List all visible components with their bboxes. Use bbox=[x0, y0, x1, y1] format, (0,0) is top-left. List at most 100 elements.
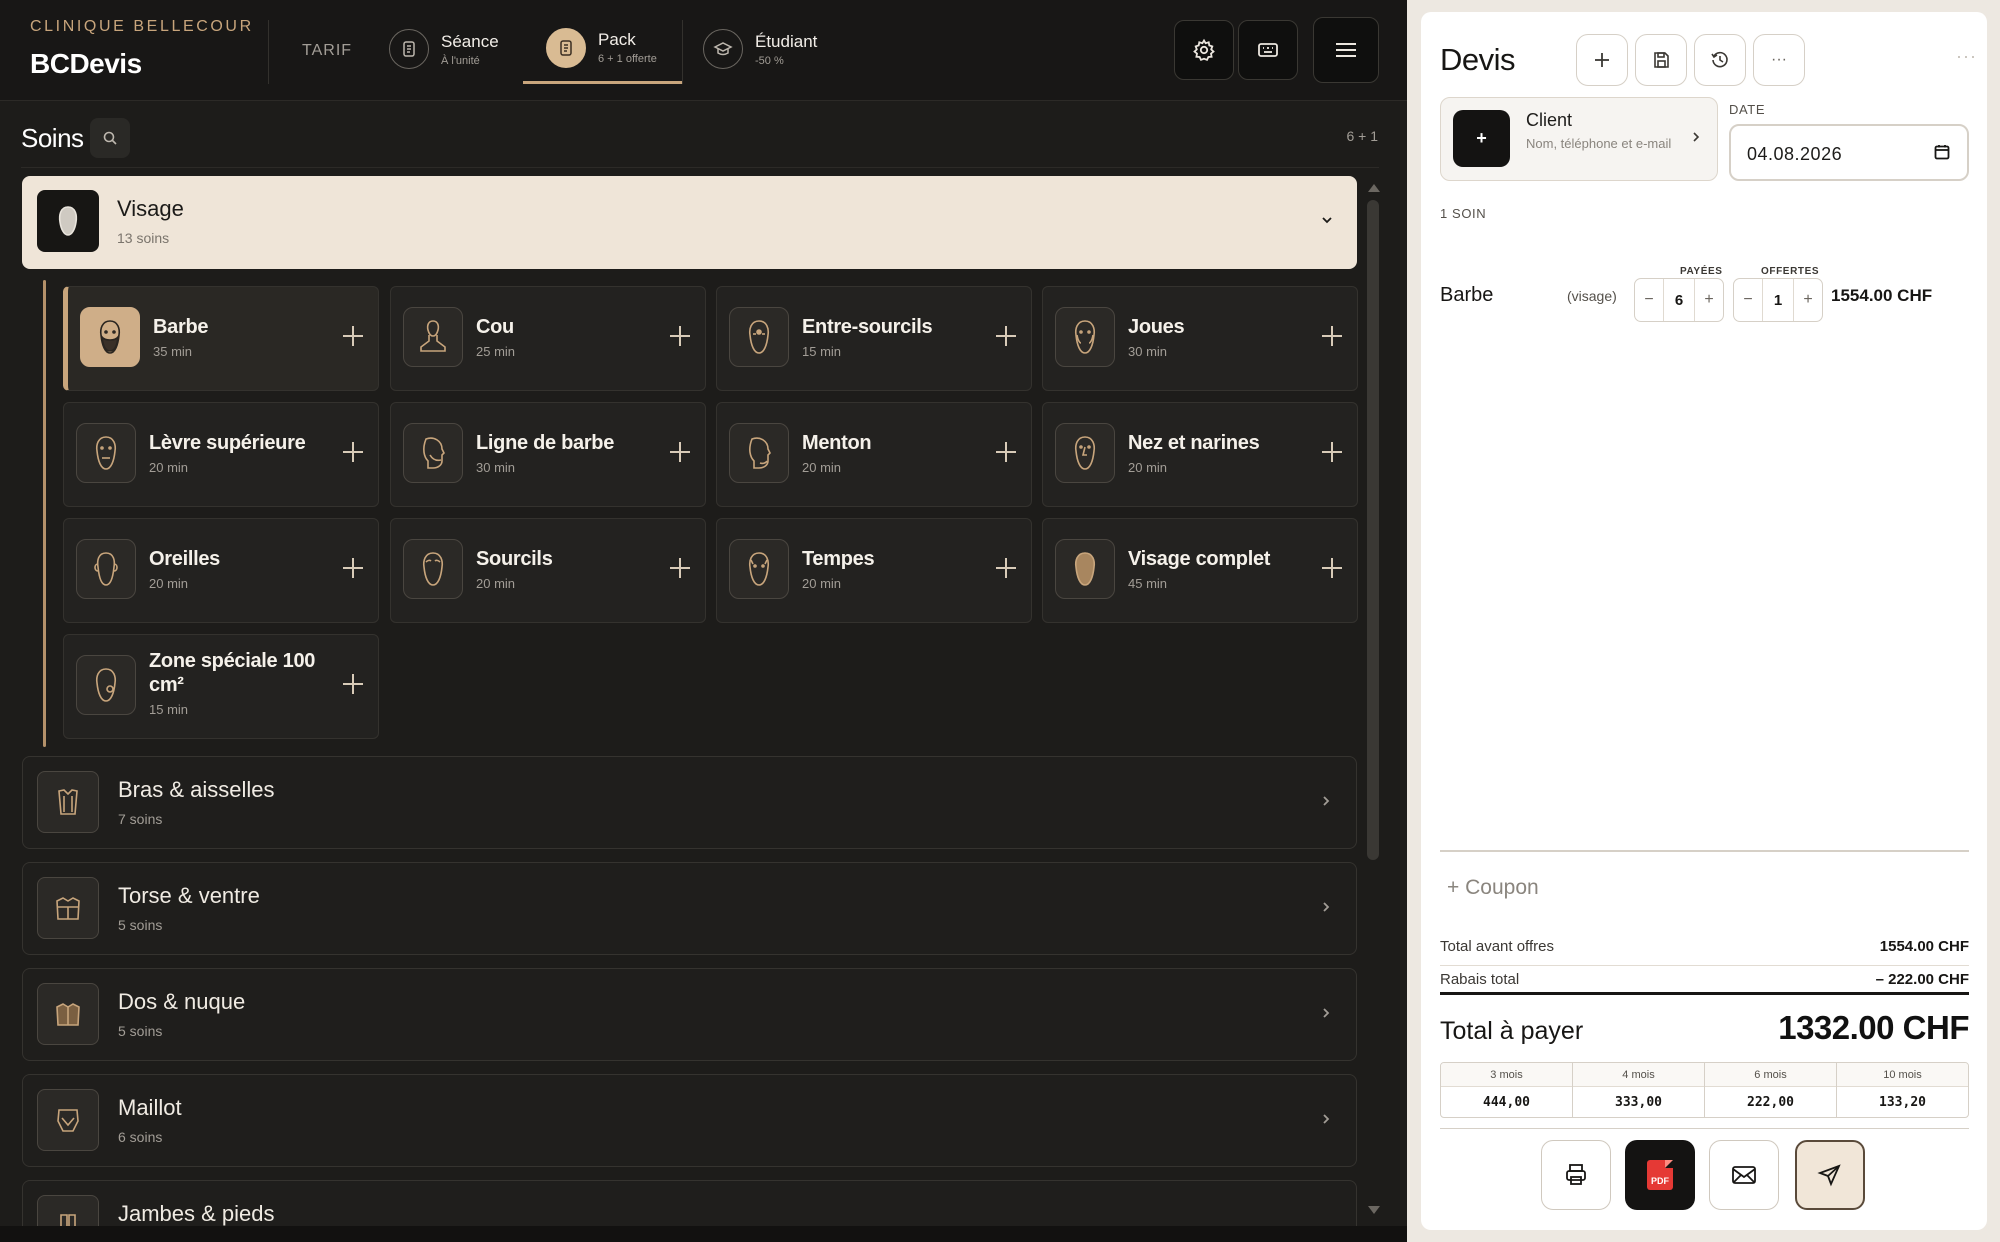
installment-amount: 133,20 bbox=[1879, 1094, 1926, 1110]
soin-duration: 30 min bbox=[1128, 344, 1168, 359]
category-name: Dos & nuque bbox=[118, 989, 246, 1014]
soin-tile-entre-sourcils[interactable]: Entre-sourcils 15 min bbox=[716, 286, 1032, 391]
pdf-button[interactable]: PDF bbox=[1625, 1140, 1695, 1210]
category-dos-nuque[interactable]: Dos & nuque 5 soins bbox=[22, 968, 1357, 1061]
soin-name: Tempes bbox=[802, 548, 875, 570]
menu-button[interactable] bbox=[1313, 17, 1379, 83]
installment-amount: 444,00 bbox=[1483, 1094, 1530, 1110]
decrement-button[interactable]: − bbox=[1635, 279, 1663, 321]
tab-pack[interactable]: Pack 6 + 1 offerte bbox=[523, 14, 682, 84]
torso-icon bbox=[37, 877, 99, 939]
category-bras-aisselles[interactable]: Bras & aisselles 7 soins bbox=[22, 756, 1357, 849]
add-icon[interactable] bbox=[338, 321, 368, 351]
subcategory-indicator bbox=[43, 280, 46, 747]
print-button[interactable] bbox=[1541, 1140, 1611, 1210]
new-devis-button[interactable] bbox=[1576, 34, 1628, 86]
soin-tile-tempes[interactable]: Tempes 20 min bbox=[716, 518, 1032, 623]
tab-seance-sub: À l'unité bbox=[441, 54, 480, 67]
send-button[interactable] bbox=[1795, 1140, 1865, 1210]
search-button[interactable] bbox=[89, 118, 130, 158]
soin-name: Lèvre supérieure bbox=[149, 432, 306, 454]
increment-button[interactable]: + bbox=[1794, 279, 1822, 321]
add-icon[interactable] bbox=[1317, 321, 1347, 351]
offered-quantity[interactable]: 1 bbox=[1762, 279, 1794, 321]
soin-tile-nez-et-narines[interactable]: Nez et narines 20 min bbox=[1042, 402, 1358, 507]
add-icon[interactable] bbox=[1317, 437, 1347, 467]
date-input[interactable]: 04.08.2026 bbox=[1729, 124, 1969, 181]
soins-title: Soins bbox=[21, 122, 84, 153]
add-icon[interactable] bbox=[991, 321, 1021, 351]
add-icon[interactable] bbox=[991, 437, 1021, 467]
keyboard-button[interactable] bbox=[1238, 20, 1298, 80]
soin-tile-barbe[interactable]: Barbe 35 min bbox=[63, 286, 379, 391]
add-icon[interactable] bbox=[338, 669, 368, 699]
category-count: 5 soins bbox=[118, 917, 163, 933]
category-count: 6 soins bbox=[118, 1129, 163, 1145]
increment-button[interactable]: + bbox=[1695, 279, 1723, 321]
soin-duration: 25 min bbox=[476, 344, 516, 359]
add-icon[interactable] bbox=[665, 437, 695, 467]
settings-button[interactable] bbox=[1174, 20, 1234, 80]
more-options-button[interactable]: ··· bbox=[1753, 34, 1805, 86]
category-torse-ventre[interactable]: Torse & ventre 5 soins bbox=[22, 862, 1357, 955]
soin-tile-joues[interactable]: Joues 30 min bbox=[1042, 286, 1358, 391]
torso-arms-icon bbox=[37, 771, 99, 833]
category-jambes-pieds[interactable]: Jambes & pieds bbox=[22, 1180, 1357, 1226]
decrement-button[interactable]: − bbox=[1734, 279, 1762, 321]
installment-option[interactable]: 3 mois 444,00 bbox=[1441, 1063, 1573, 1117]
soin-tile-ligne-de-barbe[interactable]: Ligne de barbe 30 min bbox=[390, 402, 706, 507]
soin-tile-levre-superieure[interactable]: Lèvre supérieure 20 min bbox=[63, 402, 379, 507]
paid-quantity-stepper[interactable]: − 6 + bbox=[1634, 278, 1724, 322]
save-button[interactable] bbox=[1635, 34, 1687, 86]
brand-subtitle: CLINIQUE BELLECOUR bbox=[30, 18, 254, 35]
installment-amount: 222,00 bbox=[1747, 1094, 1794, 1110]
face-icon bbox=[76, 655, 136, 715]
divider bbox=[1440, 992, 1969, 995]
soin-tile-menton[interactable]: Menton 20 min bbox=[716, 402, 1032, 507]
installment-option[interactable]: 10 mois 133,20 bbox=[1837, 1063, 1968, 1117]
coupon-button[interactable]: + Coupon bbox=[1447, 876, 1539, 900]
tab-pack-title: Pack bbox=[598, 30, 636, 49]
tab-pack-sub: 6 + 1 offerte bbox=[598, 53, 657, 65]
pdf-icon: PDF bbox=[1647, 1160, 1673, 1190]
send-icon bbox=[1817, 1164, 1841, 1187]
category-visage[interactable]: Visage 13 soins bbox=[22, 176, 1357, 269]
add-icon[interactable] bbox=[338, 437, 368, 467]
soin-tile-zone-speciale[interactable]: Zone spéciale 100 cm² 15 min bbox=[63, 634, 379, 739]
add-icon[interactable] bbox=[665, 321, 695, 351]
email-button[interactable] bbox=[1709, 1140, 1779, 1210]
date-label: DATE bbox=[1729, 102, 1766, 117]
category-maillot[interactable]: Maillot 6 soins bbox=[22, 1074, 1357, 1167]
tab-seance[interactable]: Séance À l'unité bbox=[389, 14, 509, 84]
installment-months: 4 mois bbox=[1573, 1063, 1704, 1087]
add-icon[interactable] bbox=[665, 553, 695, 583]
paid-quantity[interactable]: 6 bbox=[1663, 279, 1695, 321]
calendar-icon[interactable] bbox=[1933, 143, 1951, 161]
category-name: Bras & aisselles bbox=[118, 777, 275, 802]
add-icon[interactable] bbox=[338, 553, 368, 583]
pack-badge: 6 + 1 bbox=[1346, 128, 1378, 144]
add-icon[interactable] bbox=[991, 553, 1021, 583]
tab-etudiant[interactable]: Étudiant -50 % bbox=[703, 14, 833, 84]
soin-name: Cou bbox=[476, 316, 514, 338]
soin-name: Oreilles bbox=[149, 548, 220, 570]
face-icon bbox=[1055, 539, 1115, 599]
client-selector[interactable]: + Client Nom, téléphone et e-mail bbox=[1440, 97, 1718, 181]
soin-tile-visage-complet[interactable]: Visage complet 45 min bbox=[1042, 518, 1358, 623]
discount-label: Rabais total bbox=[1440, 971, 1520, 988]
installment-option[interactable]: 6 mois 222,00 bbox=[1705, 1063, 1837, 1117]
main-app: CLINIQUE BELLECOUR BCDevis TARIF Séance … bbox=[0, 0, 1407, 1242]
soin-duration: 15 min bbox=[802, 344, 842, 359]
neck-icon bbox=[403, 307, 463, 367]
offered-quantity-stepper[interactable]: − 1 + bbox=[1733, 278, 1823, 322]
soin-tile-oreilles[interactable]: Oreilles 20 min bbox=[63, 518, 379, 623]
history-button[interactable] bbox=[1694, 34, 1746, 86]
add-icon[interactable] bbox=[1317, 553, 1347, 583]
soin-tile-cou[interactable]: Cou 25 min bbox=[390, 286, 706, 391]
installment-option[interactable]: 4 mois 333,00 bbox=[1573, 1063, 1705, 1117]
mail-icon bbox=[1732, 1166, 1756, 1184]
panel-menu-icon[interactable]: ··· bbox=[1956, 46, 1977, 67]
face-icon bbox=[729, 539, 789, 599]
soin-duration: 35 min bbox=[153, 344, 193, 359]
soin-tile-sourcils[interactable]: Sourcils 20 min bbox=[390, 518, 706, 623]
